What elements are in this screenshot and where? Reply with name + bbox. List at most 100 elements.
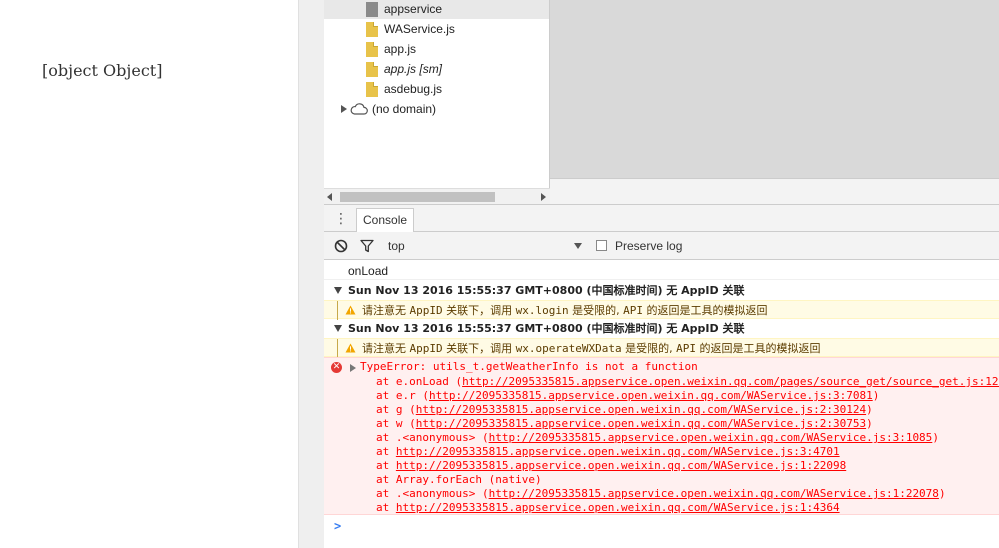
console-messages: onLoad Sun Nov 13 2016 15:55:37 GMT+0800… bbox=[324, 260, 999, 548]
warning-text: 是受限的, bbox=[568, 304, 624, 317]
cloud-icon bbox=[350, 103, 368, 115]
stack-suffix: ) bbox=[932, 431, 939, 444]
warning-text: 请注意无 bbox=[362, 342, 410, 355]
stack-prefix: at e.onLoad ( bbox=[376, 375, 463, 388]
stack-trace-line: at http://2095335815.appservice.open.wei… bbox=[376, 459, 846, 473]
warning-code: AppID bbox=[409, 342, 443, 355]
group-header-text: Sun Nov 13 2016 15:55:37 GMT+0800 (中国标准时… bbox=[348, 284, 745, 297]
scrollbar-thumb[interactable] bbox=[340, 192, 495, 202]
tree-horizontal-scrollbar[interactable] bbox=[324, 188, 550, 204]
stack-suffix: ) bbox=[866, 417, 873, 430]
pane-splitter[interactable] bbox=[298, 0, 324, 548]
warning-text: 的返回是工具的模拟返回 bbox=[695, 342, 821, 355]
editor-status-bar bbox=[550, 178, 999, 204]
stack-prefix: at e.r ( bbox=[376, 389, 429, 402]
group-header-text: Sun Nov 13 2016 15:55:37 GMT+0800 (中国标准时… bbox=[348, 322, 745, 335]
warning-text: 的返回是工具的模拟返回 bbox=[642, 304, 768, 317]
filter-icon[interactable] bbox=[360, 239, 374, 253]
tree-item-app-js[interactable]: app.js bbox=[324, 39, 549, 59]
collapse-arrow-icon[interactable] bbox=[334, 325, 342, 332]
stack-source-link[interactable]: http://2095335815.appservice.open.weixin… bbox=[489, 487, 939, 500]
stack-trace-line: at http://2095335815.appservice.open.wei… bbox=[376, 445, 840, 459]
file-icon bbox=[366, 81, 378, 97]
stack-prefix: at Array.forEach (native) bbox=[376, 473, 542, 486]
tab-console[interactable]: Console bbox=[356, 208, 415, 233]
preserve-log-checkbox[interactable] bbox=[596, 240, 607, 251]
kebab-menu-icon[interactable]: ⋮ bbox=[334, 211, 348, 227]
stack-trace-line: at w (http://2095335815.appservice.open.… bbox=[376, 417, 873, 431]
stack-prefix: at .<anonymous> ( bbox=[376, 487, 489, 500]
scroll-left-arrow-icon[interactable] bbox=[327, 193, 332, 201]
clear-console-icon[interactable] bbox=[334, 239, 348, 253]
preserve-log-label[interactable]: Preserve log bbox=[615, 239, 682, 253]
tree-item-app-js-sourcemap[interactable]: app.js [sm] bbox=[324, 59, 549, 79]
group-indent-bar bbox=[337, 339, 338, 358]
stack-trace-line: at g (http://2095335815.appservice.open.… bbox=[376, 403, 873, 417]
console-toolbar: top Preserve log bbox=[324, 232, 999, 260]
tree-item-label: app.js bbox=[384, 42, 417, 56]
stack-trace-line: at http://2095335815.appservice.open.wei… bbox=[376, 501, 840, 515]
stack-source-link[interactable]: http://2095335815.appservice.open.weixin… bbox=[396, 459, 846, 472]
collapse-arrow-icon[interactable] bbox=[334, 287, 342, 294]
console-warning-message: 请注意无 AppID 关联下，调用 wx.login 是受限的, API 的返回… bbox=[324, 300, 999, 320]
chevron-down-icon[interactable] bbox=[574, 243, 582, 249]
expand-arrow-icon[interactable] bbox=[350, 364, 356, 372]
stack-prefix: at w ( bbox=[376, 417, 416, 430]
stack-suffix: ) bbox=[938, 487, 946, 500]
console-warning-message: 请注意无 AppID 关联下，调用 wx.operateWXData 是受限的,… bbox=[324, 338, 999, 358]
stack-prefix: at g ( bbox=[376, 403, 416, 416]
stack-trace-line: at .<anonymous> (http://2095335815.appse… bbox=[376, 487, 946, 501]
tree-item-no-domain[interactable]: (no domain) bbox=[324, 99, 549, 119]
drawer-tab-bar: ⋮ Console bbox=[324, 204, 999, 233]
error-icon: ✕ bbox=[331, 362, 342, 373]
devtools-panel: appservice WAService.js app.js app.js [s… bbox=[324, 0, 999, 548]
tree-item-label: (no domain) bbox=[372, 102, 437, 116]
console-error-message: ✕ TypeError: utils_t.getWeatherInfo is n… bbox=[324, 357, 999, 515]
stack-prefix: at bbox=[376, 445, 396, 458]
context-selector[interactable]: top bbox=[388, 239, 405, 253]
tree-item-waservice[interactable]: WAService.js bbox=[324, 19, 549, 39]
sources-file-tree: appservice WAService.js app.js app.js [s… bbox=[324, 0, 550, 188]
console-prompt-icon: > bbox=[334, 519, 342, 533]
warning-code: AppID bbox=[409, 304, 443, 317]
stack-suffix: ) bbox=[866, 403, 873, 416]
stack-source-link[interactable]: http://2095335815.appservice.open.weixin… bbox=[462, 375, 999, 388]
warning-icon bbox=[345, 343, 356, 353]
scroll-right-arrow-icon[interactable] bbox=[541, 193, 546, 201]
console-group-header[interactable]: Sun Nov 13 2016 15:55:37 GMT+0800 (中国标准时… bbox=[324, 319, 999, 338]
warning-code: wx.operateWXData bbox=[515, 342, 622, 355]
stack-prefix: at bbox=[376, 501, 396, 514]
stack-trace-line: at e.r (http://2095335815.appservice.ope… bbox=[376, 389, 879, 403]
stack-source-link[interactable]: http://2095335815.appservice.open.weixin… bbox=[429, 389, 873, 402]
expand-arrow-icon[interactable] bbox=[341, 105, 347, 113]
stack-trace-line: at e.onLoad (http://2095335815.appservic… bbox=[376, 375, 999, 389]
file-icon bbox=[366, 41, 378, 57]
file-icon bbox=[366, 21, 378, 37]
error-header-text: TypeError: utils_t.getWeatherInfo is not… bbox=[360, 360, 698, 373]
tree-item-appservice[interactable]: appservice bbox=[324, 0, 549, 19]
warning-text: 是受限的, bbox=[621, 342, 677, 355]
stack-prefix: at .<anonymous> ( bbox=[376, 431, 489, 444]
stack-source-link[interactable]: http://2095335815.appservice.open.weixin… bbox=[416, 417, 866, 430]
console-input[interactable] bbox=[348, 516, 988, 534]
stack-source-link[interactable]: http://2095335815.appservice.open.weixin… bbox=[396, 501, 840, 514]
warning-text: 请注意无 bbox=[362, 304, 410, 317]
console-group-header[interactable]: Sun Nov 13 2016 15:55:37 GMT+0800 (中国标准时… bbox=[324, 281, 999, 300]
warning-code: API bbox=[623, 304, 643, 317]
warning-text: 关联下，调用 bbox=[442, 304, 516, 317]
warning-code: wx.login bbox=[515, 304, 569, 317]
stack-suffix: ) bbox=[872, 389, 880, 402]
console-log-message: onLoad bbox=[324, 260, 999, 280]
warning-code: API bbox=[676, 342, 696, 355]
stack-source-link[interactable]: http://2095335815.appservice.open.weixin… bbox=[396, 445, 840, 458]
tree-item-label: asdebug.js bbox=[384, 82, 443, 96]
warning-icon bbox=[345, 305, 356, 315]
tree-item-label: WAService.js bbox=[384, 22, 455, 36]
stack-source-link[interactable]: http://2095335815.appservice.open.weixin… bbox=[416, 403, 866, 416]
stack-source-link[interactable]: http://2095335815.appservice.open.weixin… bbox=[489, 431, 933, 444]
tree-item-asdebug[interactable]: asdebug.js bbox=[324, 79, 549, 99]
tree-item-label: appservice bbox=[384, 2, 443, 16]
simulator-pane: [object Object] bbox=[0, 0, 298, 548]
file-icon bbox=[366, 61, 378, 77]
stack-trace-line: at .<anonymous> (http://2095335815.appse… bbox=[376, 431, 939, 445]
